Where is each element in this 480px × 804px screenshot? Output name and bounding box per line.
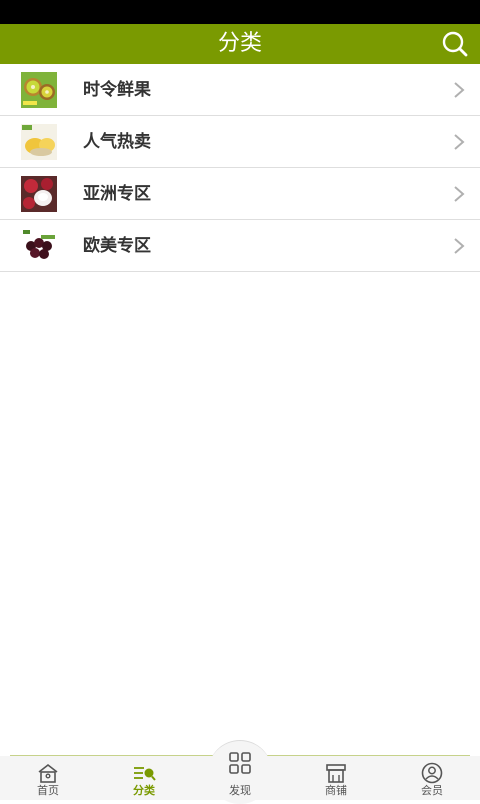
tab-label: 分类 (133, 784, 155, 797)
search-icon (442, 31, 468, 57)
tab-label: 首页 (37, 784, 59, 797)
bottom-tab-bar: 首页 分类 发现 商铺 会员 (0, 752, 480, 800)
tab-category[interactable]: 分类 (96, 756, 192, 800)
durian-fruit-thumb (21, 124, 57, 160)
tab-discover[interactable]: 发现 (192, 752, 288, 800)
page-title: 分类 (217, 31, 262, 56)
tab-member[interactable]: 会员 (384, 756, 480, 800)
tab-store[interactable]: 商铺 (288, 756, 384, 800)
chevron-right-icon (454, 82, 465, 98)
category-label: 时令鲜果 (83, 80, 151, 100)
app-header: 分类 (0, 24, 480, 64)
chevron-right-icon (454, 238, 465, 254)
status-bar (0, 0, 480, 24)
tab-label: 会员 (421, 784, 443, 797)
category-row-western[interactable]: 欧美专区 (0, 220, 480, 272)
user-icon (421, 762, 443, 784)
kiwi-fruit-thumb (21, 72, 57, 108)
tab-label: 商铺 (325, 784, 347, 797)
category-label: 欧美专区 (83, 236, 151, 256)
category-row-seasonal[interactable]: 时令鲜果 (0, 64, 480, 116)
tab-label: 发现 (229, 784, 251, 797)
cherry-fruit-thumb (21, 228, 57, 264)
lychee-fruit-thumb (21, 176, 57, 212)
search-button[interactable] (440, 29, 470, 59)
tab-home[interactable]: 首页 (0, 756, 96, 800)
grid-icon (229, 752, 251, 774)
chevron-right-icon (454, 134, 465, 150)
category-row-asia[interactable]: 亚洲专区 (0, 168, 480, 220)
store-icon (326, 764, 346, 783)
home-icon (38, 763, 58, 783)
chevron-right-icon (454, 186, 465, 202)
category-label: 人气热卖 (83, 132, 151, 152)
category-icon (134, 767, 156, 781)
category-row-popular[interactable]: 人气热卖 (0, 116, 480, 168)
category-label: 亚洲专区 (83, 184, 151, 204)
category-list: 时令鲜果 人气热卖 亚洲专区 欧美专区 (0, 64, 480, 272)
